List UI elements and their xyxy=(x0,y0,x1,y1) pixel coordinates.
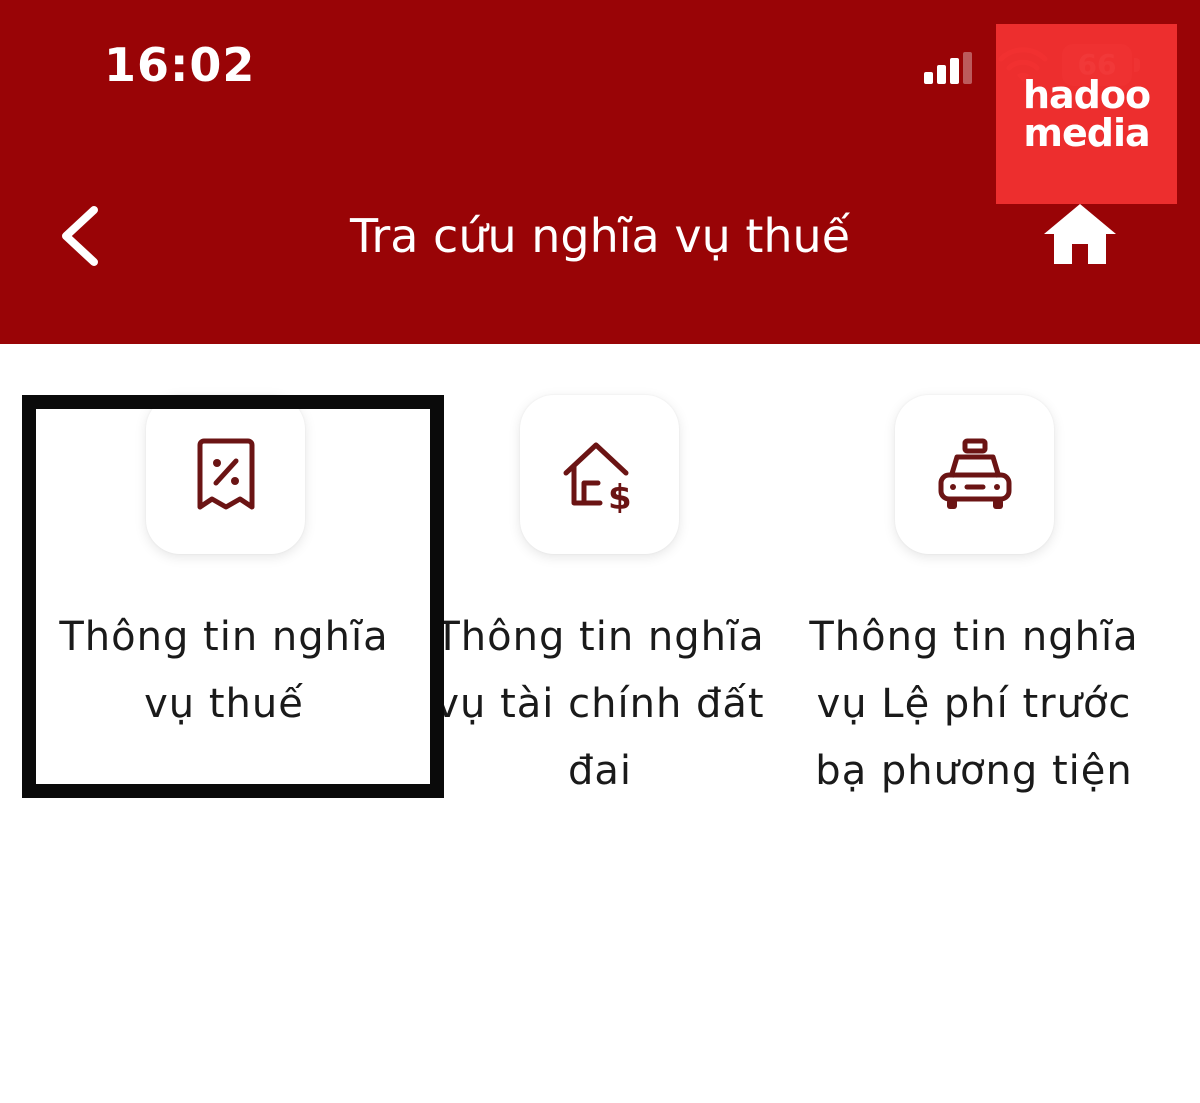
tax-receipt-percent-icon xyxy=(197,438,254,509)
tile-label: Thông tin nghĩa vụ Lệ phí trước bạ phươn… xyxy=(809,614,1139,794)
back-button[interactable] xyxy=(52,196,116,276)
tile-icon-container: $ xyxy=(520,395,679,554)
tile-label: Thông tin nghĩa vụ thuế xyxy=(59,614,389,727)
tile-icon-container xyxy=(146,395,305,554)
page-title: Tra cứu nghĩa vụ thuế xyxy=(349,209,851,263)
house-dollar-icon: $ xyxy=(563,442,632,513)
home-button[interactable] xyxy=(1040,200,1120,270)
cellular-signal-icon xyxy=(924,52,972,84)
svg-text:$: $ xyxy=(608,478,632,513)
status-time: 16:02 xyxy=(104,38,256,92)
tile-icon-container xyxy=(895,395,1054,554)
taxi-car-icon xyxy=(938,438,1011,509)
watermark-logo: hadoo media xyxy=(996,24,1177,204)
tile-label: Thông tin nghĩa vụ tài chính đất đai xyxy=(435,614,765,794)
app-header: 16:02 66 hadoo media Tra cứu nghĩa vụ th… xyxy=(0,0,1200,344)
